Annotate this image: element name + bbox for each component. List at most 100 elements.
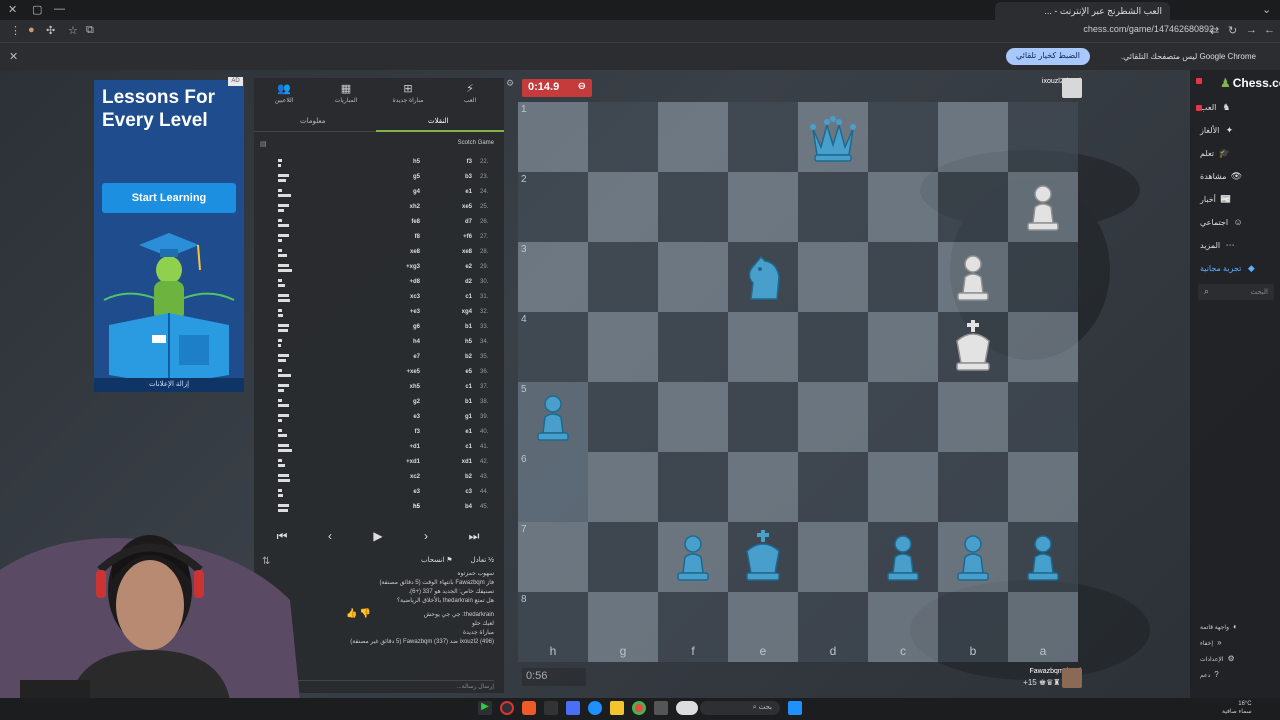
- black-move[interactable]: fe8: [380, 219, 420, 225]
- board-square[interactable]: [798, 522, 868, 592]
- board-square[interactable]: 3: [518, 242, 588, 312]
- board-square[interactable]: [1008, 382, 1078, 452]
- board-square[interactable]: [588, 522, 658, 592]
- tab-play[interactable]: ⚡ العب: [440, 82, 500, 104]
- black-move[interactable]: xh5: [380, 384, 420, 390]
- black-move[interactable]: e3: [380, 489, 420, 495]
- ad-banner[interactable]: Lessons For Every Level Start Learning إ…: [94, 80, 244, 392]
- board-square[interactable]: [588, 242, 658, 312]
- board-square[interactable]: [728, 382, 798, 452]
- app-icon[interactable]: ▶: [478, 701, 492, 715]
- board-square[interactable]: [868, 102, 938, 172]
- white-move[interactable]: c1: [432, 444, 472, 450]
- white-move[interactable]: b3: [432, 174, 472, 180]
- white-move[interactable]: c1: [432, 384, 472, 390]
- black-move[interactable]: xc2: [380, 474, 420, 480]
- minimize-icon[interactable]: —: [54, 3, 65, 15]
- url-field[interactable]: chess.com/game/147462680892: [1083, 24, 1214, 34]
- white-move[interactable]: f3: [432, 159, 472, 165]
- board-square[interactable]: [938, 452, 1008, 522]
- board-square[interactable]: 6: [518, 452, 588, 522]
- board-square[interactable]: [938, 172, 1008, 242]
- board-square[interactable]: 7: [518, 522, 588, 592]
- board-square[interactable]: [728, 102, 798, 172]
- black-move[interactable]: xe8: [380, 249, 420, 255]
- next-move-button[interactable]: ›: [406, 522, 446, 550]
- edge-icon[interactable]: [588, 701, 602, 715]
- board-square[interactable]: [658, 382, 728, 452]
- last-move-button[interactable]: ⏭: [454, 522, 494, 550]
- sidebar-item[interactable]: ✦ الألغاز: [1200, 125, 1276, 136]
- tab-players[interactable]: 👥 اللاعبين: [254, 82, 314, 104]
- board-square[interactable]: [588, 172, 658, 242]
- taskbar-search[interactable]: بحث ⌕: [700, 701, 780, 715]
- board-square[interactable]: [588, 382, 658, 452]
- board-square[interactable]: [1008, 242, 1078, 312]
- board-square[interactable]: [588, 452, 658, 522]
- board-square[interactable]: e: [728, 592, 798, 662]
- board-square[interactable]: 8h: [518, 592, 588, 662]
- sidebar-item[interactable]: 🎓تعلم: [1200, 148, 1276, 159]
- board-square[interactable]: [658, 452, 728, 522]
- file-explorer-icon[interactable]: [610, 701, 624, 715]
- tab-new-game[interactable]: ⊞ مباراة جديدة: [378, 82, 438, 104]
- white-move[interactable]: b4: [432, 504, 472, 510]
- board-square[interactable]: [798, 172, 868, 242]
- tab-games[interactable]: ▦ المباريات: [316, 82, 376, 104]
- board-square[interactable]: [728, 452, 798, 522]
- close-window-icon[interactable]: ✕: [8, 3, 17, 16]
- board-square[interactable]: [868, 382, 938, 452]
- board-square[interactable]: c: [868, 592, 938, 662]
- black-move[interactable]: g4: [380, 189, 420, 195]
- board-square[interactable]: [868, 522, 938, 592]
- board-square[interactable]: a: [1008, 592, 1078, 662]
- board-square[interactable]: [938, 312, 1008, 382]
- board-square[interactable]: [1008, 102, 1078, 172]
- board-square[interactable]: [938, 382, 1008, 452]
- black-move[interactable]: g2: [380, 399, 420, 405]
- subtab-info[interactable]: معلومات: [300, 117, 326, 125]
- white-move[interactable]: e1: [432, 429, 472, 435]
- browser-tab[interactable]: العب الشطرنج عبر الإنترنت - ...: [995, 2, 1170, 20]
- board-square[interactable]: [868, 172, 938, 242]
- opponent-avatar[interactable]: [1062, 78, 1082, 98]
- widget-icon[interactable]: [676, 701, 698, 715]
- white-move[interactable]: xg4: [432, 309, 472, 315]
- white-move[interactable]: b1: [432, 324, 472, 330]
- board-square[interactable]: 1: [518, 102, 588, 172]
- site-info-icon[interactable]: ⇄: [1210, 24, 1219, 37]
- black-move[interactable]: e3: [380, 414, 420, 420]
- board-square[interactable]: [868, 312, 938, 382]
- board-square[interactable]: [588, 102, 658, 172]
- sidebar-item[interactable]: ◆ تجربة مجانية: [1200, 263, 1276, 274]
- start-learning-button[interactable]: Start Learning: [102, 183, 236, 213]
- sidebar-item[interactable]: ⋯ المزيد: [1200, 240, 1276, 251]
- board-square[interactable]: g: [588, 592, 658, 662]
- ad-choices-badge[interactable]: AD: [228, 77, 243, 86]
- extensions-icon[interactable]: ✣: [46, 24, 55, 37]
- sidebar-search[interactable]: ⌕ البحث: [1198, 284, 1274, 300]
- back-icon[interactable]: ←: [1264, 24, 1275, 36]
- board-square[interactable]: [868, 452, 938, 522]
- black-move[interactable]: +e3: [380, 309, 420, 315]
- infobar-close-icon[interactable]: ✕: [9, 50, 18, 63]
- play-button[interactable]: ▶: [358, 522, 398, 550]
- board-square[interactable]: [798, 382, 868, 452]
- menu-icon[interactable]: ⋮: [10, 24, 21, 37]
- black-move[interactable]: +xg3: [380, 264, 420, 270]
- thumbs-up-icon[interactable]: 👍: [346, 608, 357, 618]
- board-square[interactable]: [728, 522, 798, 592]
- white-move[interactable]: e1: [432, 189, 472, 195]
- board-square[interactable]: [798, 242, 868, 312]
- white-move[interactable]: c3: [432, 489, 472, 495]
- white-move[interactable]: b2: [432, 354, 472, 360]
- board-square[interactable]: d: [798, 592, 868, 662]
- white-move[interactable]: c1: [432, 294, 472, 300]
- sidebar-footer-item[interactable]: ⚙الإعدادات: [1200, 654, 1276, 663]
- white-move[interactable]: b1: [432, 399, 472, 405]
- black-move[interactable]: f3: [380, 429, 420, 435]
- black-move[interactable]: h5: [380, 504, 420, 510]
- black-move[interactable]: e7: [380, 354, 420, 360]
- board-square[interactable]: [728, 172, 798, 242]
- board-square[interactable]: [728, 312, 798, 382]
